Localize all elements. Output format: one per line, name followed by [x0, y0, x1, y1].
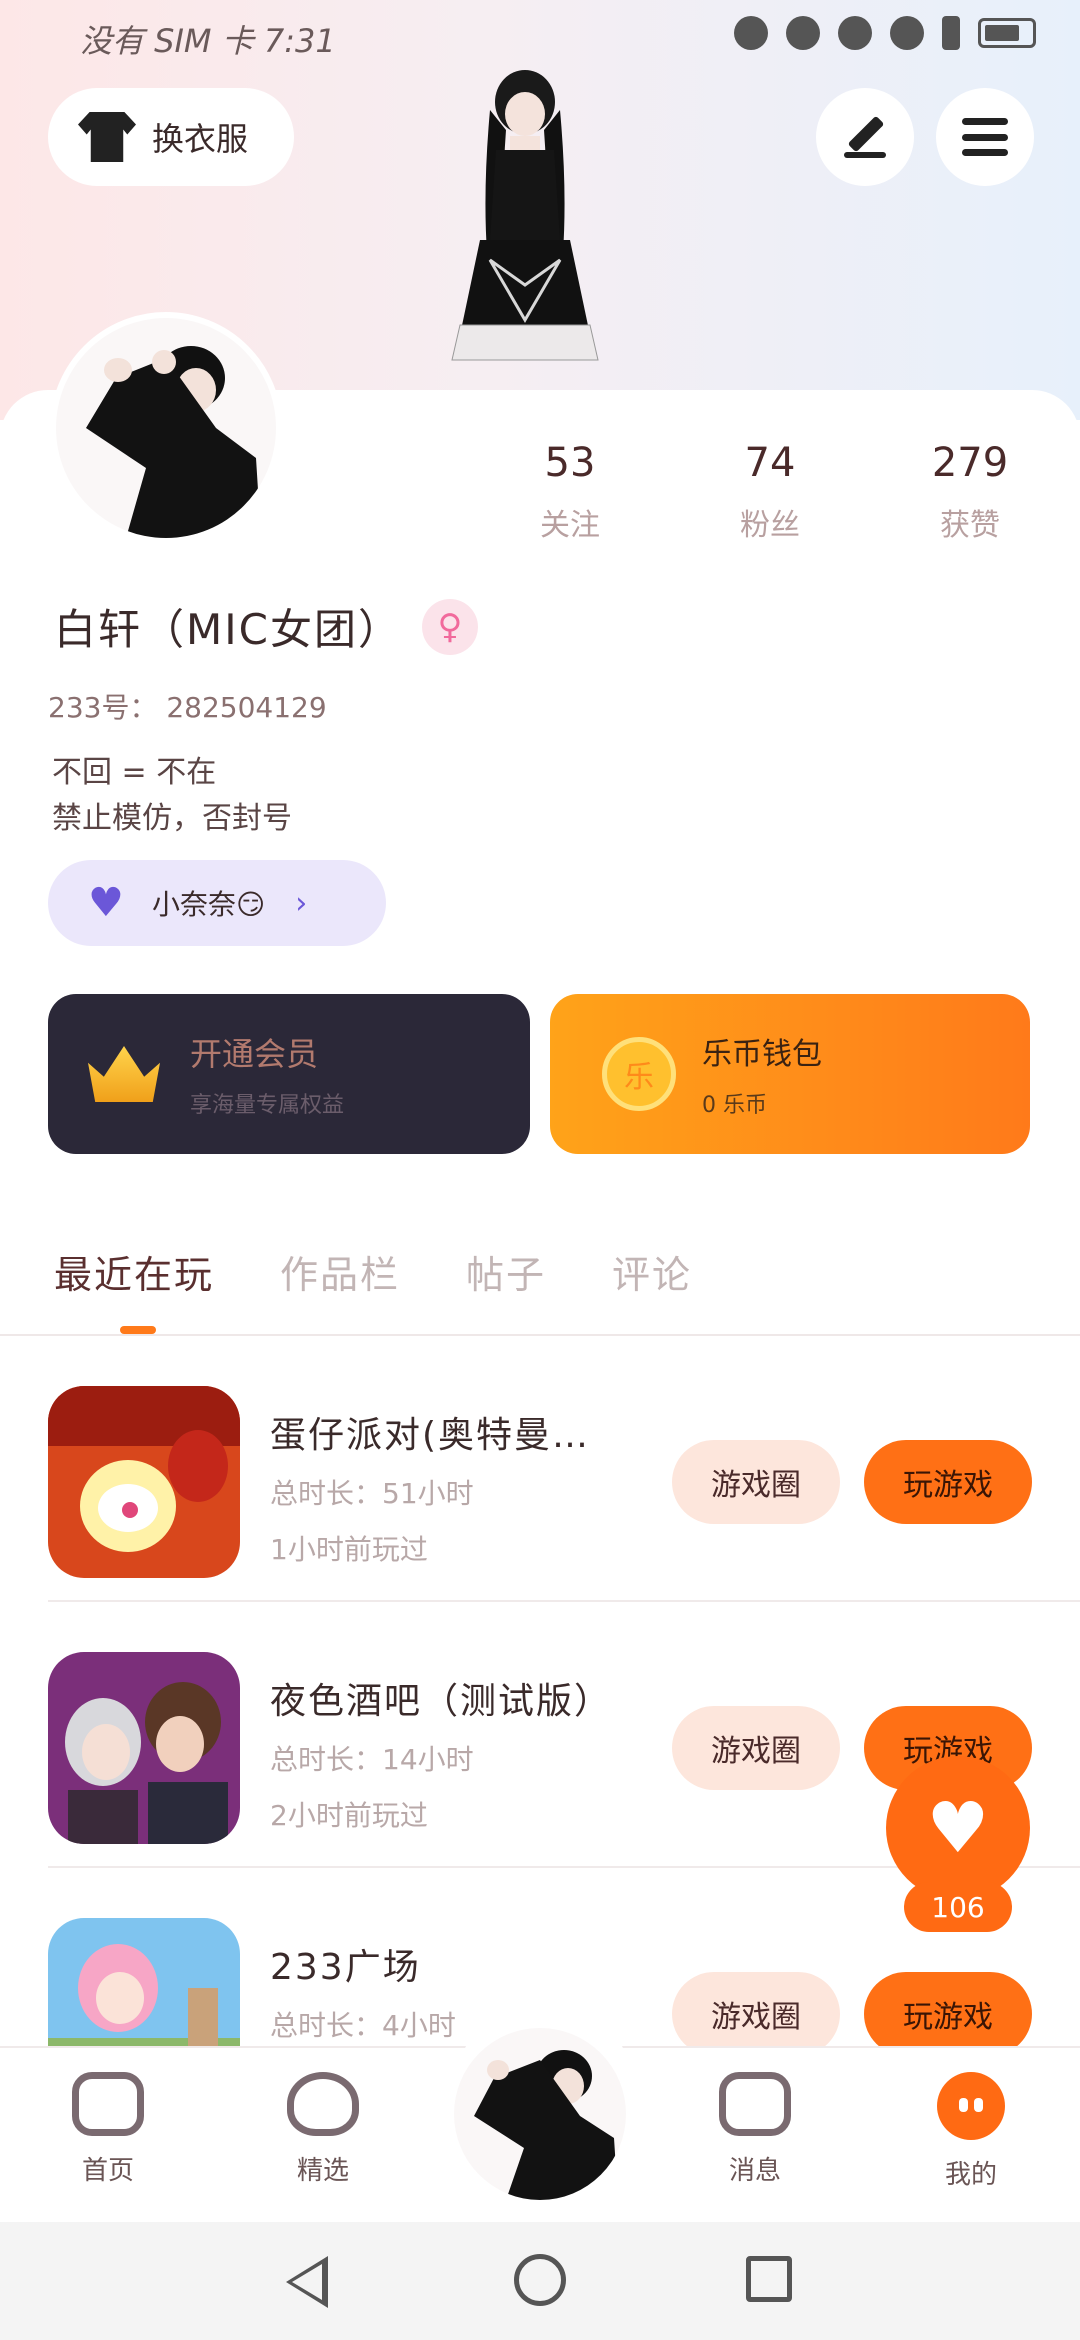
- game-circle-button[interactable]: 游戏圈: [672, 1706, 840, 1790]
- game-duration: 总时长：14小时: [270, 1743, 474, 1776]
- game-circle-button[interactable]: 游戏圈: [672, 1972, 840, 2056]
- nav-center-avatar[interactable]: [454, 2028, 626, 2200]
- game-name: 233广场: [270, 1947, 421, 1988]
- profile-stats: 53 关注 74 粉丝 279 获赞: [500, 440, 1040, 544]
- back-icon[interactable]: [286, 2256, 328, 2308]
- wallet-balance: 0 乐币: [702, 1093, 767, 1118]
- heart-icon: ♥: [88, 880, 124, 926]
- nav-home[interactable]: 首页: [43, 2072, 173, 2187]
- nav-me[interactable]: 我的: [906, 2072, 1036, 2191]
- list-item[interactable]: 蛋仔派对(奥特曼… 总时长：51小时 1小时前玩过 游戏圈 玩游戏: [48, 1336, 1080, 1602]
- game-name: 蛋仔派对(奥特曼…: [270, 1415, 591, 1456]
- eye-icon: [786, 16, 820, 50]
- bio-line: 不回 = 不在: [52, 755, 217, 790]
- menu-button[interactable]: [936, 88, 1034, 186]
- status-carrier-time: 没有 SIM 卡 7:31: [80, 22, 336, 60]
- nfc-icon: [734, 16, 768, 50]
- game-last-played: 1小时前玩过: [270, 1533, 428, 1566]
- status-icons: [734, 16, 1036, 50]
- tab-indicator: [120, 1326, 156, 1334]
- menu-icon: [962, 118, 1008, 156]
- chat-icon: [719, 2072, 791, 2136]
- stat-likes[interactable]: 279 获赞: [900, 440, 1040, 544]
- stat-label: 粉丝: [740, 508, 800, 543]
- vip-title: 开通会员: [190, 1035, 319, 1073]
- play-game-button[interactable]: 玩游戏: [864, 1972, 1032, 2056]
- crown-icon: [88, 1046, 160, 1102]
- avatar-image: [56, 318, 276, 538]
- stat-label: 获赞: [940, 508, 1000, 543]
- heart-icon: ♥: [926, 1787, 990, 1869]
- nav-label: 消息: [728, 2156, 781, 2186]
- stat-value: 279: [931, 440, 1009, 486]
- edit-profile-button[interactable]: [816, 88, 914, 186]
- avatar-image: [454, 2028, 626, 2200]
- like-count: 106: [904, 1882, 1012, 1932]
- shirt-icon: [78, 112, 136, 162]
- vip-subtitle: 享海量专属权益: [190, 1093, 345, 1118]
- game-duration: 总时长：4小时: [270, 2009, 456, 2042]
- vip-card[interactable]: 开通会员 享海量专属权益: [48, 994, 530, 1154]
- wifi-icon: [890, 16, 924, 50]
- status-bar: 没有 SIM 卡 7:31: [0, 0, 1080, 72]
- tab-works[interactable]: 作品栏: [280, 1244, 400, 1299]
- chevron-right-icon: ›: [295, 885, 308, 921]
- wallet-card[interactable]: 乐 乐币钱包 0 乐币: [550, 994, 1030, 1154]
- game-last-played: 2小时前玩过: [270, 1799, 428, 1832]
- stat-value: 53: [544, 440, 596, 486]
- female-icon: ♀: [421, 598, 478, 655]
- relation-tag-label: 小奈奈😏: [152, 888, 266, 921]
- profile-avatar[interactable]: [50, 312, 282, 544]
- coin-icon: 乐: [602, 1037, 676, 1111]
- stat-following[interactable]: 53 关注: [500, 440, 640, 544]
- nav-messages[interactable]: 消息: [690, 2072, 820, 2187]
- tab-posts[interactable]: 帖子: [466, 1244, 546, 1299]
- pen-icon: [842, 114, 888, 160]
- name-row: 白轩（MIC女团） ♀: [54, 596, 478, 657]
- game-duration: 总时长：51小时: [270, 1477, 474, 1510]
- game-name: 夜色酒吧（测试版）: [270, 1681, 613, 1722]
- game-circle-button[interactable]: 游戏圈: [672, 1440, 840, 1524]
- stat-label: 关注: [540, 508, 600, 543]
- change-outfit-button[interactable]: 换衣服: [48, 88, 294, 186]
- like-fab[interactable]: ♥: [886, 1756, 1030, 1900]
- gamepad-icon: [72, 2072, 144, 2136]
- system-nav-bar: [0, 2222, 1080, 2340]
- stat-value: 74: [744, 440, 796, 486]
- heart-icon: [287, 2072, 359, 2136]
- tab-comments[interactable]: 评论: [612, 1244, 692, 1299]
- alert-icon: [942, 16, 960, 50]
- character-avatar[interactable]: [420, 70, 630, 390]
- profile-tabs: 最近在玩 作品栏 帖子 评论: [54, 1244, 692, 1299]
- game-icon: [48, 1652, 240, 1844]
- play-game-button[interactable]: 玩游戏: [864, 1440, 1032, 1524]
- recent-apps-icon[interactable]: [746, 2256, 792, 2302]
- profile-uid[interactable]: 233号： 282504129: [48, 686, 327, 726]
- nav-label: 首页: [81, 2156, 134, 2186]
- wallet-title: 乐币钱包: [702, 1037, 822, 1072]
- nav-label: 精选: [296, 2156, 349, 2186]
- bio-line: 禁止模仿，否封号: [52, 801, 292, 836]
- battery-icon: [978, 18, 1036, 48]
- profile-name: 白轩（MIC女团）: [54, 605, 402, 654]
- profile-bio: 不回 = 不在 禁止模仿，否封号: [52, 750, 292, 842]
- me-icon: [937, 2072, 1005, 2140]
- mute-icon: [838, 16, 872, 50]
- nav-label: 我的: [944, 2160, 997, 2190]
- tab-recent[interactable]: 最近在玩: [54, 1244, 214, 1299]
- change-outfit-label: 换衣服: [152, 120, 249, 158]
- game-icon: [48, 1386, 240, 1578]
- stat-followers[interactable]: 74 粉丝: [700, 440, 840, 544]
- relation-tag[interactable]: ♥ 小奈奈😏 ›: [48, 860, 386, 946]
- nav-featured[interactable]: 精选: [258, 2072, 388, 2187]
- home-icon[interactable]: [514, 2254, 566, 2306]
